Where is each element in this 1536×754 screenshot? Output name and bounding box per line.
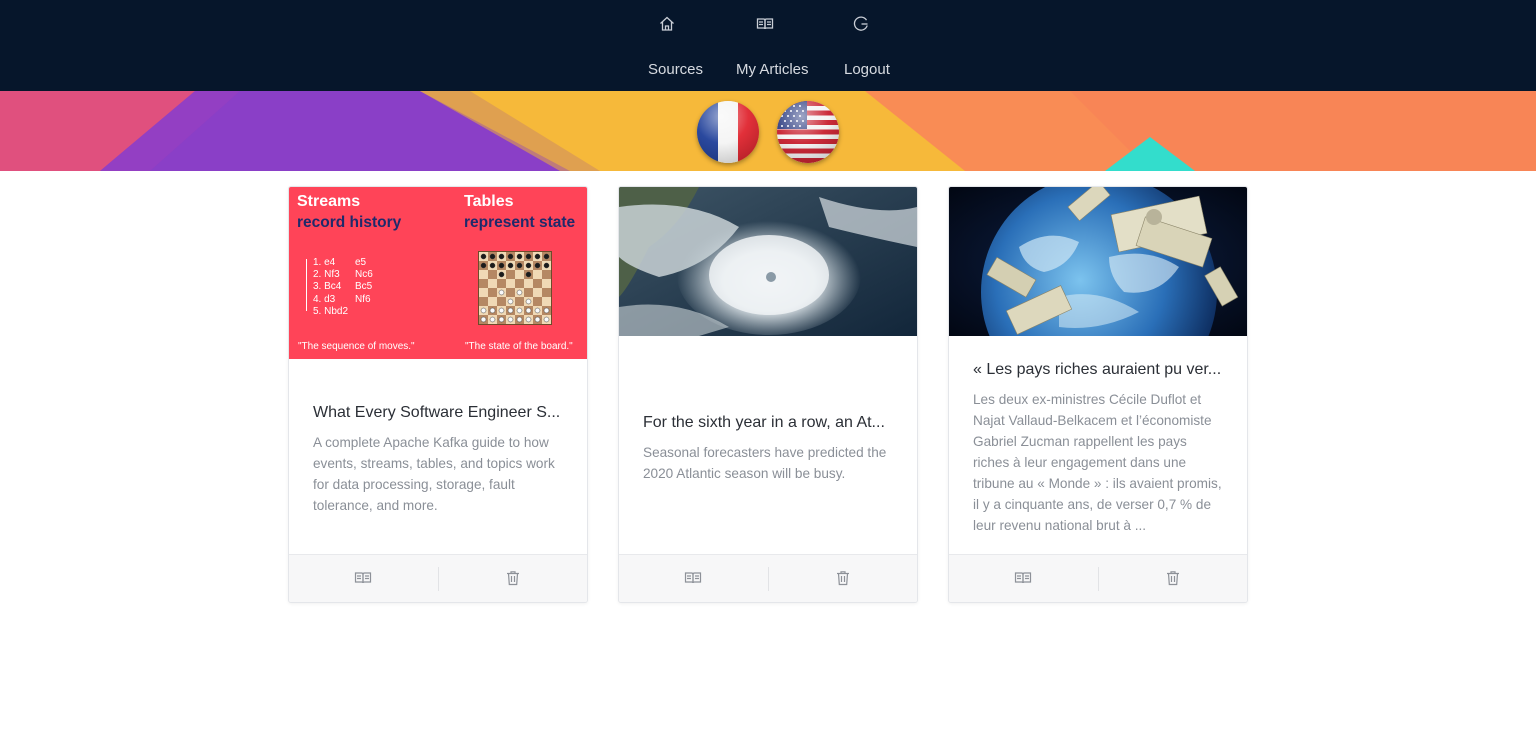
article-title[interactable]: « Les pays riches auraient pu ver... — [973, 360, 1225, 380]
image-streams-title: Streams — [297, 193, 361, 210]
article-card: For the sixth year in a row, an At... Se… — [618, 186, 918, 603]
article-title[interactable]: For the sixth year in a row, an At... — [643, 413, 895, 433]
flag-france-button[interactable] — [697, 101, 759, 163]
image-tables-title: Tables — [464, 193, 514, 210]
card-actions — [619, 554, 917, 602]
kafka-streams-tables-image: Streams record history Tables represent … — [289, 187, 587, 359]
nav-link-sources[interactable]: Sources — [648, 60, 703, 80]
article-thumbnail[interactable] — [619, 187, 917, 336]
trash-icon[interactable] — [1164, 569, 1182, 587]
image-streams-subtitle: record history — [297, 214, 402, 231]
top-navbar: Sources My Articles Logout — [0, 0, 1536, 91]
read-icon[interactable] — [1014, 569, 1032, 587]
card-actions — [289, 554, 587, 602]
chess-board-icon — [478, 251, 552, 325]
article-title[interactable]: What Every Software Engineer S... — [313, 403, 565, 423]
language-banner — [0, 91, 1536, 171]
read-icon[interactable] — [684, 569, 702, 587]
image-caption-right: "The state of the board." — [465, 341, 573, 352]
globe-money-image — [949, 187, 1247, 336]
trash-icon[interactable] — [504, 569, 522, 587]
article-description: Les deux ex-ministres Cécile Duflot et N… — [973, 392, 1222, 533]
chess-moves-list: 1. e4 e5 2. Nf3 Nc6 3. Bc4 Bc5 4. d3 Nf6 5. … — [313, 257, 373, 317]
moves-timeline-line — [306, 259, 307, 311]
logout-icon[interactable] — [851, 14, 871, 34]
article-card: « Les pays riches auraient pu ver... Les… — [948, 186, 1248, 603]
trash-icon[interactable] — [834, 569, 852, 587]
article-description: A complete Apache Kafka guide to how eve… — [313, 435, 555, 513]
image-caption-left: "The sequence of moves." — [298, 341, 415, 352]
nav-link-logout[interactable]: Logout — [844, 60, 890, 80]
banner-background — [0, 91, 1536, 171]
image-tables-subtitle: represent state — [464, 214, 576, 231]
hurricane-satellite-image — [619, 187, 917, 336]
article-thumbnail[interactable] — [949, 187, 1247, 336]
nav-icon-row — [0, 14, 1536, 34]
flag-usa-button[interactable] — [777, 101, 839, 163]
nav-link-my-articles[interactable]: My Articles — [736, 60, 809, 80]
card-actions — [949, 554, 1247, 602]
article-thumbnail[interactable]: Streams record history Tables represent … — [289, 187, 587, 359]
home-icon[interactable] — [657, 14, 677, 34]
article-card: Streams record history Tables represent … — [288, 186, 588, 603]
book-open-icon[interactable] — [755, 14, 775, 34]
nav-link-row: Sources My Articles Logout — [0, 60, 1536, 80]
read-icon[interactable] — [354, 569, 372, 587]
article-description: Seasonal forecasters have predicted the … — [643, 445, 887, 481]
